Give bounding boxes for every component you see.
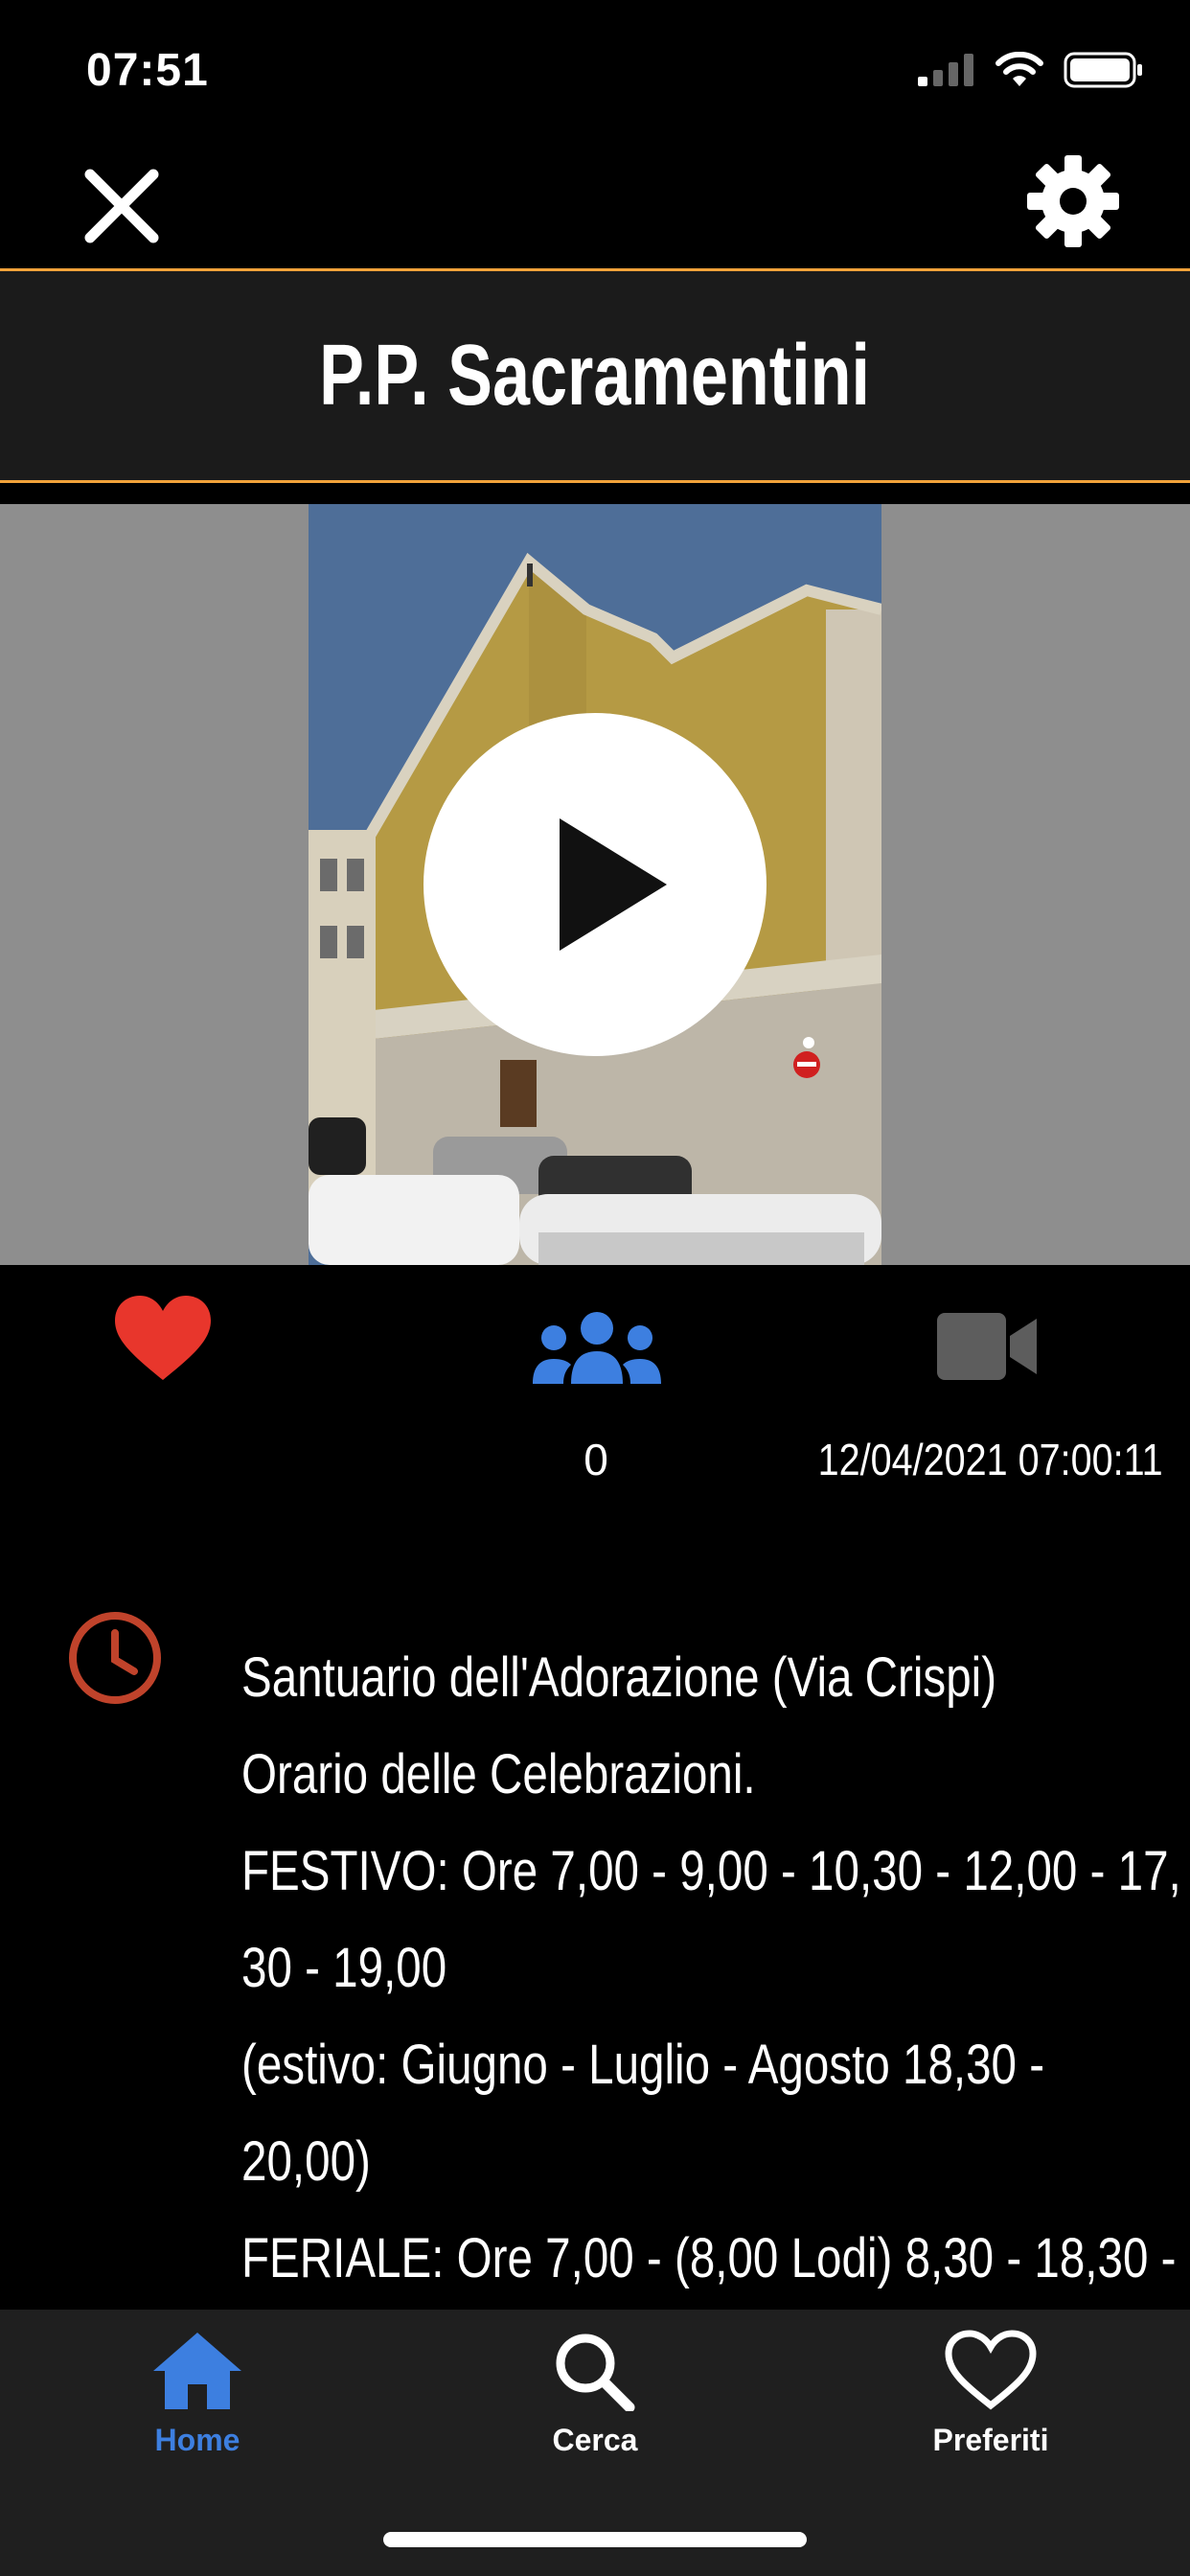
- status-icons: [918, 52, 1144, 88]
- description-line: FESTIVO: Ore 7,00 - 9,00 - 10,30 - 12,00…: [241, 1840, 1181, 1902]
- heart-icon: [115, 1296, 211, 1380]
- broadcast-timestamp: 12/04/2021 07:00:11: [817, 1435, 1163, 1484]
- tab-search-label: Cerca: [552, 2423, 638, 2457]
- battery-icon: [1064, 52, 1142, 88]
- settings-button[interactable]: [1025, 153, 1121, 249]
- status-time: 07:51: [86, 45, 209, 96]
- close-button[interactable]: [79, 163, 165, 249]
- description-line: Orario delle Celebrazioni.: [241, 1743, 756, 1806]
- gear-icon: [1027, 155, 1119, 247]
- description-line: 30 - 19,00: [241, 1937, 447, 1999]
- wifi-icon: [995, 52, 1043, 86]
- favorite-button[interactable]: [113, 1294, 213, 1384]
- clock-icon: [69, 1612, 161, 1704]
- schedule-indicator: [67, 1610, 163, 1706]
- viewer-count: 0: [584, 1435, 608, 1484]
- description-line: Santuario dell'Adorazione (Via Crispi): [241, 1646, 997, 1709]
- description-line: (estivo: Giugno - Luglio - Agosto 18,30 …: [241, 2034, 1045, 2096]
- viewers-indicator: [533, 1311, 661, 1384]
- home-icon: [153, 2333, 241, 2409]
- tab-favorites[interactable]: Preferiti: [847, 2329, 1134, 2458]
- play-button[interactable]: [423, 713, 767, 1056]
- play-icon: [423, 713, 767, 1056]
- video-camera-button[interactable]: [937, 1313, 1037, 1380]
- heart-outline-icon: [945, 2330, 1037, 2410]
- close-icon: [84, 169, 159, 243]
- tab-favorites-label: Preferiti: [932, 2423, 1049, 2457]
- description-line: FERIALE: Ore 7,00 - (8,00 Lodi) 8,30 - 1…: [241, 2227, 1177, 2289]
- description-line: 20,00): [241, 2130, 371, 2193]
- schedule-description: Santuario dell'Adorazione (Via Crispi) O…: [241, 1629, 1181, 2307]
- people-icon: [533, 1312, 661, 1384]
- tab-search[interactable]: Cerca: [451, 2329, 739, 2458]
- page-title-bar: P.P. Sacramentini: [0, 268, 1190, 483]
- signal-icon: [918, 54, 973, 86]
- page-title: P.P. Sacramentini: [319, 327, 871, 424]
- tab-home-label: Home: [154, 2423, 240, 2457]
- tab-home[interactable]: Home: [54, 2329, 341, 2458]
- search-icon: [556, 2334, 635, 2411]
- video-camera-icon: [937, 1313, 1037, 1380]
- home-indicator: [383, 2532, 807, 2547]
